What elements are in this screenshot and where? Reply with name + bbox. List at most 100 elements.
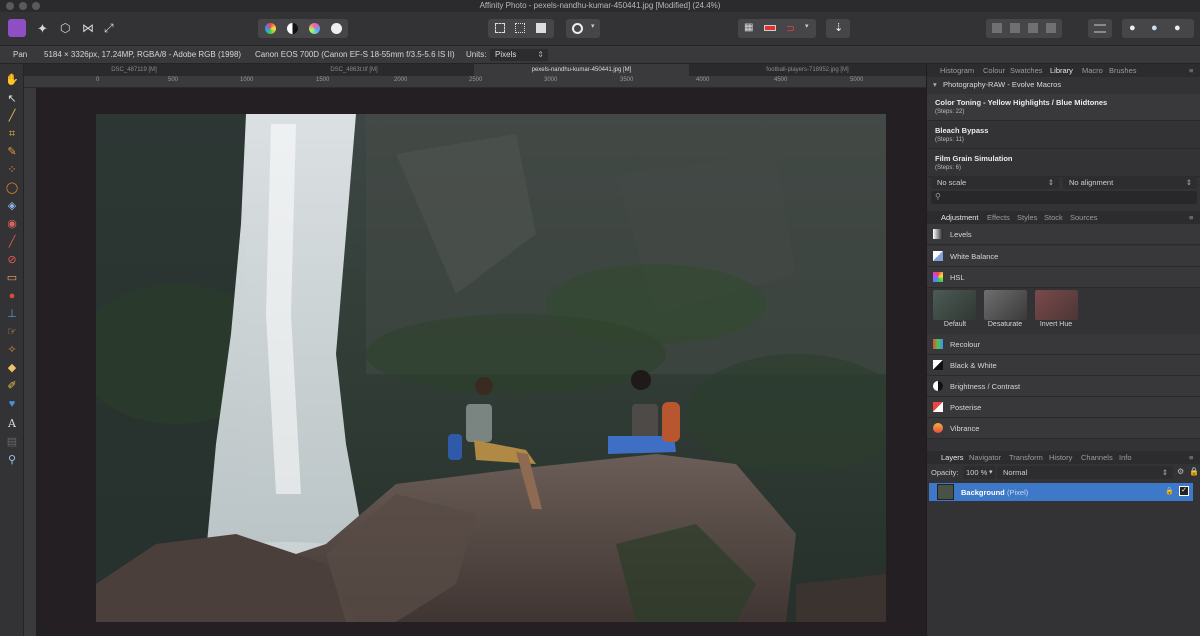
preset-desaturate-thumbnail[interactable] (984, 290, 1027, 320)
quick-mask-button[interactable]: ▾ (566, 19, 600, 38)
grid-icon[interactable]: ▦ (744, 22, 753, 33)
adjustment-black-white[interactable]: Black & White (927, 355, 1200, 376)
deselect-icon[interactable] (515, 23, 525, 33)
align-button[interactable] (1088, 19, 1112, 38)
tab-histogram[interactable]: Histogram (940, 66, 974, 75)
panel-menu-icon[interactable]: ≡ (1189, 66, 1193, 75)
colour-picker-tool-icon[interactable]: ╱ (4, 108, 20, 124)
tab-sources[interactable]: Sources (1070, 213, 1098, 222)
crop-tool-icon[interactable]: ⌗ (4, 126, 20, 142)
gradient-tool-icon[interactable]: ◉ (4, 216, 20, 232)
snapping-magnet-icon[interactable]: ⊃ (786, 22, 795, 35)
arrange-bottom-icon[interactable] (1046, 23, 1056, 33)
tab-swatches[interactable]: Swatches (1010, 66, 1043, 75)
help-icon[interactable]: ● (1174, 22, 1181, 34)
chat-icon[interactable]: ● (1129, 22, 1136, 34)
doc-tab-active[interactable]: pexels-nandhu-kumar-450441.jpg [M] (474, 64, 689, 76)
library-search-input[interactable]: ⚲ (931, 191, 1197, 204)
chevron-down-icon[interactable]: ▾ (989, 468, 993, 476)
white-balance-quick-icon[interactable] (331, 23, 342, 34)
place-image-button[interactable]: ⇣ (826, 19, 850, 38)
text-tool-icon[interactable]: A (4, 416, 20, 432)
erase-tool-icon[interactable]: ▭ (4, 270, 20, 286)
preset-default-thumbnail[interactable] (933, 290, 976, 320)
flood-fill-tool-icon[interactable]: ◈ (4, 198, 20, 214)
hand-tool-icon[interactable]: ✋ (4, 72, 20, 88)
tab-macro[interactable]: Macro (1082, 66, 1103, 75)
move-tool-icon[interactable]: ↖ (4, 91, 20, 107)
selection-brush-tool-icon[interactable]: ✎ (4, 144, 20, 160)
document-canvas[interactable] (36, 88, 926, 636)
adjustment-white-balance[interactable]: White Balance (927, 246, 1200, 267)
heart-shape-tool-icon[interactable]: ♥ (4, 396, 20, 412)
export-persona-icon[interactable]: ⤢ (104, 21, 114, 36)
doc-tab[interactable]: football-players-718952.jpg [M] (689, 64, 926, 76)
lasso-tool-icon[interactable]: ◯ (4, 180, 20, 196)
macro-item[interactable]: Bleach Bypass (Steps: 11) (927, 122, 1200, 149)
adjustment-levels[interactable]: Levels (927, 224, 1200, 245)
smudge-tool-icon[interactable]: ☞ (4, 324, 20, 340)
tab-effects[interactable]: Effects (987, 213, 1010, 222)
preset-invert-hue-thumbnail[interactable] (1035, 290, 1078, 320)
units-dropdown[interactable]: Pixels ⇕ (490, 49, 548, 61)
adjustment-recolour[interactable]: Recolour (927, 334, 1200, 355)
black-white-icon[interactable] (287, 23, 298, 34)
arrange-forward-icon[interactable] (1010, 23, 1020, 33)
layer-row-background[interactable]: Background (Pixel) 🔒 ✓ (929, 483, 1193, 501)
scale-dropdown[interactable]: No scale ⇕ (931, 176, 1059, 189)
chat-bubbles-icon[interactable]: ● (1151, 22, 1158, 34)
select-all-icon[interactable] (495, 23, 505, 33)
assistant-icon[interactable] (764, 25, 776, 31)
layer-visibility-checkbox[interactable]: ✓ (1179, 486, 1189, 496)
arrange-front-icon[interactable] (1028, 23, 1038, 33)
panel-menu-icon[interactable]: ≡ (1189, 453, 1193, 462)
window-title: Affinity Photo - pexels-nandhu-kumar-450… (479, 1, 721, 10)
alignment-dropdown[interactable]: No alignment ⇕ (1063, 176, 1197, 189)
library-category-header[interactable]: ▾ Photography-RAW - Evolve Macros (927, 79, 1200, 91)
pen-tool-icon[interactable]: ◆ (4, 360, 20, 376)
tab-colour[interactable]: Colour (983, 66, 1005, 75)
panel-menu-icon[interactable]: ≡ (1189, 213, 1193, 222)
zoom-tool-icon[interactable]: ⚲ (4, 452, 20, 468)
adjustment-hsl[interactable]: HSL (927, 267, 1200, 288)
macro-item[interactable]: Film Grain Simulation (Steps: 6) (927, 150, 1200, 177)
tab-layers[interactable]: Layers (941, 453, 964, 462)
layer-lock-icon[interactable]: 🔒 (1165, 487, 1174, 495)
hsl-quick-icon[interactable] (309, 23, 320, 34)
doc-tab[interactable]: DSC_487119 [M] (34, 64, 234, 76)
lock-icon[interactable]: 🔒 (1189, 467, 1199, 476)
levels-icon (933, 229, 943, 239)
invert-selection-icon[interactable] (536, 23, 546, 33)
blend-mode-dropdown[interactable]: Normal ⇕ (997, 466, 1173, 479)
tab-history[interactable]: History (1049, 453, 1072, 462)
dodge-tool-icon[interactable]: ● (4, 288, 20, 304)
mesh-warp-tool-icon[interactable]: ▤ (4, 434, 20, 450)
inpainting-tool-icon[interactable]: ✧ (4, 342, 20, 358)
clone-tool-icon[interactable]: ⊥ (4, 306, 20, 322)
shape-tool-icon[interactable]: ✐ (4, 378, 20, 394)
tab-channels[interactable]: Channels (1081, 453, 1113, 462)
doc-tab[interactable]: DSC_4863t.tif [M] (234, 64, 474, 76)
colour-replacement-tool-icon[interactable]: ⊘ (4, 252, 20, 268)
gear-icon[interactable]: ⚙ (1177, 467, 1184, 476)
tab-adjustment[interactable]: Adjustment (941, 213, 979, 222)
tab-info[interactable]: Info (1119, 453, 1132, 462)
develop-persona-icon[interactable]: ⬡ (60, 21, 70, 35)
colour-wheel-icon[interactable] (265, 23, 276, 34)
adjustment-vibrance[interactable]: Vibrance (927, 418, 1200, 439)
macro-item[interactable]: Color Toning - Yellow Highlights / Blue … (927, 94, 1200, 121)
tab-navigator[interactable]: Navigator (969, 453, 1001, 462)
liquify-persona-icon[interactable]: ✦ (37, 21, 48, 37)
tab-brushes[interactable]: Brushes (1109, 66, 1137, 75)
paint-brush-tool-icon[interactable]: ╱ (4, 234, 20, 250)
tab-styles[interactable]: Styles (1017, 213, 1037, 222)
tone-mapping-persona-icon[interactable]: ⋈ (82, 21, 94, 35)
photo-persona-icon[interactable] (8, 19, 26, 37)
tab-library[interactable]: Library (1050, 66, 1073, 75)
adjustment-brightness-contrast[interactable]: Brightness / Contrast (927, 376, 1200, 397)
tab-stock[interactable]: Stock (1044, 213, 1063, 222)
arrange-back-icon[interactable] (992, 23, 1002, 33)
flood-select-tool-icon[interactable]: ⁘ (4, 162, 20, 178)
adjustment-posterise[interactable]: Posterise (927, 397, 1200, 418)
tab-transform[interactable]: Transform (1009, 453, 1043, 462)
